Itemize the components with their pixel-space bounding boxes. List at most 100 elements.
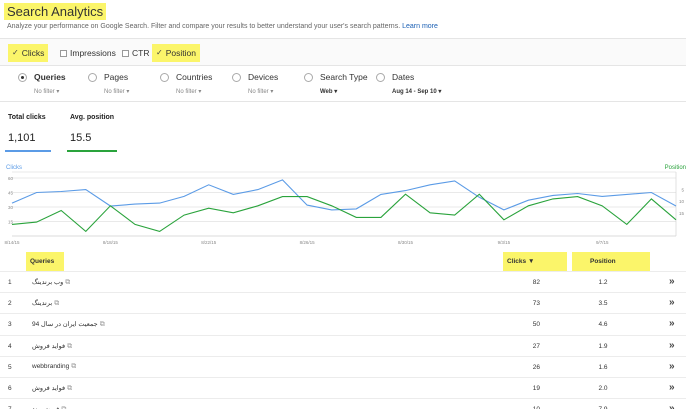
radio-icon[interactable] xyxy=(232,73,241,82)
position-color-bar xyxy=(67,150,117,152)
left-tick-label: 60 xyxy=(8,176,14,181)
group-filter-dropdown[interactable]: No filter ▾ xyxy=(34,88,59,95)
group-filter-dropdown[interactable]: No filter ▾ xyxy=(248,88,273,95)
right-tick-label: 15 xyxy=(679,211,685,216)
position-cell: 1.9 xyxy=(598,342,608,350)
row-number: 1 xyxy=(8,279,12,286)
clicks-color-bar xyxy=(5,150,51,152)
row-expand-icon[interactable]: » xyxy=(669,340,675,351)
column-header-queries[interactable]: Queries xyxy=(26,252,64,271)
external-link-icon[interactable]: ⧉ xyxy=(71,363,76,370)
row-expand-icon[interactable]: » xyxy=(669,276,675,287)
position-cell: 3.5 xyxy=(598,300,608,308)
group-filter-dropdown[interactable]: No filter ▾ xyxy=(104,88,129,95)
table-row[interactable]: 2 برندینگ ⧉ 73 3.5 » xyxy=(0,292,686,313)
metric-label: Position xyxy=(165,48,196,58)
row-expand-icon[interactable]: » xyxy=(669,318,675,329)
query-text: webbranding xyxy=(32,362,70,370)
x-tick-label: 8/18/15 xyxy=(103,240,119,245)
query-text: فواید فروش xyxy=(32,342,66,350)
group-label: Search Type xyxy=(320,72,368,82)
row-number: 2 xyxy=(8,300,12,308)
series-line-position xyxy=(11,193,677,233)
clicks-cell: 26 xyxy=(532,363,540,371)
right-tick-label: 10 xyxy=(679,199,685,204)
position-cell: 1.6 xyxy=(598,363,608,371)
clicks-cell: 73 xyxy=(532,300,540,308)
group-filter-dropdown[interactable]: Web ▾ xyxy=(320,88,337,95)
row-expand-icon[interactable]: » xyxy=(669,382,675,393)
left-tick-label: 30 xyxy=(8,205,14,210)
external-link-icon[interactable]: ⧉ xyxy=(65,279,70,286)
group-filter-dropdown[interactable]: No filter ▾ xyxy=(176,88,201,95)
table-row[interactable]: 5 webbranding ⧉ 26 1.6 » xyxy=(0,355,686,377)
external-link-icon[interactable]: ⧉ xyxy=(67,343,72,350)
right-tick-label: 5 xyxy=(681,188,684,193)
metric-label: Clicks xyxy=(21,48,45,58)
group-label: Dates xyxy=(392,72,415,82)
right-axis-label: Position xyxy=(665,165,686,171)
query-cell[interactable]: وب برندینگ ⧉ xyxy=(32,278,70,287)
page-title: Search Analytics xyxy=(4,3,107,20)
table-row[interactable]: 3 جمعیت ایران در سال 94 ⧉ 50 4.6 » xyxy=(0,313,686,334)
table-row[interactable]: 1 وب برندینگ ⧉ 82 1.2 » xyxy=(0,271,686,292)
column-header-clicks[interactable]: Clicks ▼ xyxy=(503,252,567,271)
group-label: Countries xyxy=(176,72,213,82)
metric-position-checkbox[interactable]: ✓ Position xyxy=(152,44,200,62)
radio-icon[interactable] xyxy=(88,73,97,82)
checkmark-icon: ✓ xyxy=(12,48,19,57)
query-cell[interactable]: فواید فروش ⧉ xyxy=(32,384,72,393)
query-cell[interactable]: فریت برند⧉ xyxy=(32,405,66,409)
row-number: 5 xyxy=(8,363,12,371)
row-expand-icon[interactable]: » xyxy=(669,403,675,409)
x-tick-label: 9/3/15 xyxy=(498,240,511,245)
query-cell[interactable]: جمعیت ایران در سال 94 ⧉ xyxy=(32,320,105,329)
table-row[interactable]: 4 فواید فروش ⧉ 27 1.9 » xyxy=(0,334,686,356)
group-label: Devices xyxy=(248,72,279,82)
row-number: 3 xyxy=(8,321,12,329)
clicks-cell: 82 xyxy=(532,279,540,286)
row-expand-icon[interactable]: » xyxy=(669,297,675,308)
clicks-cell: 19 xyxy=(532,385,540,392)
external-link-icon[interactable]: ⧉ xyxy=(54,300,59,307)
x-tick-label: 9/7/15 xyxy=(596,240,609,245)
checkbox-icon xyxy=(122,49,129,57)
learn-more-link[interactable]: Learn more xyxy=(402,23,438,30)
position-cell: 1.2 xyxy=(598,279,608,286)
checkbox-icon xyxy=(60,49,67,57)
series-line-clicks xyxy=(11,179,677,211)
card-label: Total clicks xyxy=(8,114,46,121)
query-cell[interactable]: webbranding ⧉ xyxy=(32,363,76,371)
total-clicks-card[interactable]: Total clicks 1,101 xyxy=(5,110,51,152)
table-row[interactable]: 6 فواید فروش ⧉ 19 2.0 » xyxy=(0,377,686,398)
group-filter-dropdown[interactable]: Aug 14 - Sep 10 ▾ xyxy=(392,88,441,95)
clicks-cell: 50 xyxy=(532,321,540,329)
metric-impressions-checkbox[interactable]: Impressions xyxy=(56,44,120,62)
card-value: 15.5 xyxy=(70,132,92,144)
left-tick-label: 45 xyxy=(8,191,14,196)
subtitle-text: Analyze your performance on Google Searc… xyxy=(7,23,401,30)
avg-position-card[interactable]: Avg. position 15.5 xyxy=(67,110,117,152)
query-text: جمعیت ایران در سال 94 xyxy=(32,321,98,329)
external-link-icon[interactable]: ⧉ xyxy=(100,321,105,328)
radio-icon[interactable] xyxy=(376,73,385,82)
table-row[interactable]: 7فریت برند⧉107.9» xyxy=(0,398,686,409)
metric-clicks-checkbox[interactable]: ✓ Clicks xyxy=(8,44,49,62)
card-label: Avg. position xyxy=(70,114,115,121)
metric-label: Impressions xyxy=(70,48,116,58)
performance-chart: Clicks Position 15 30 45 60 15 10 5 8/14/15 8/18/1… xyxy=(4,165,686,245)
grouping-row: Queries No filter ▾ Pages No filter ▾ Co… xyxy=(0,66,686,102)
radio-selected-icon[interactable] xyxy=(18,73,27,82)
row-expand-icon[interactable]: » xyxy=(669,361,675,372)
metric-ctr-checkbox[interactable]: CTR xyxy=(118,44,153,62)
query-cell[interactable]: فواید فروش ⧉ xyxy=(32,342,72,351)
radio-icon[interactable] xyxy=(304,73,313,82)
row-number: 6 xyxy=(8,385,12,392)
external-link-icon[interactable]: ⧉ xyxy=(67,385,72,392)
column-header-position[interactable]: Position xyxy=(572,252,650,271)
radio-icon[interactable] xyxy=(160,73,169,82)
query-text: فواید فروش xyxy=(32,385,66,392)
query-cell[interactable]: برندینگ ⧉ xyxy=(32,299,59,308)
row-number: 4 xyxy=(8,342,12,350)
queries-table: Queries Clicks ▼ Position 1 وب برندینگ ⧉ 82… xyxy=(0,250,700,409)
